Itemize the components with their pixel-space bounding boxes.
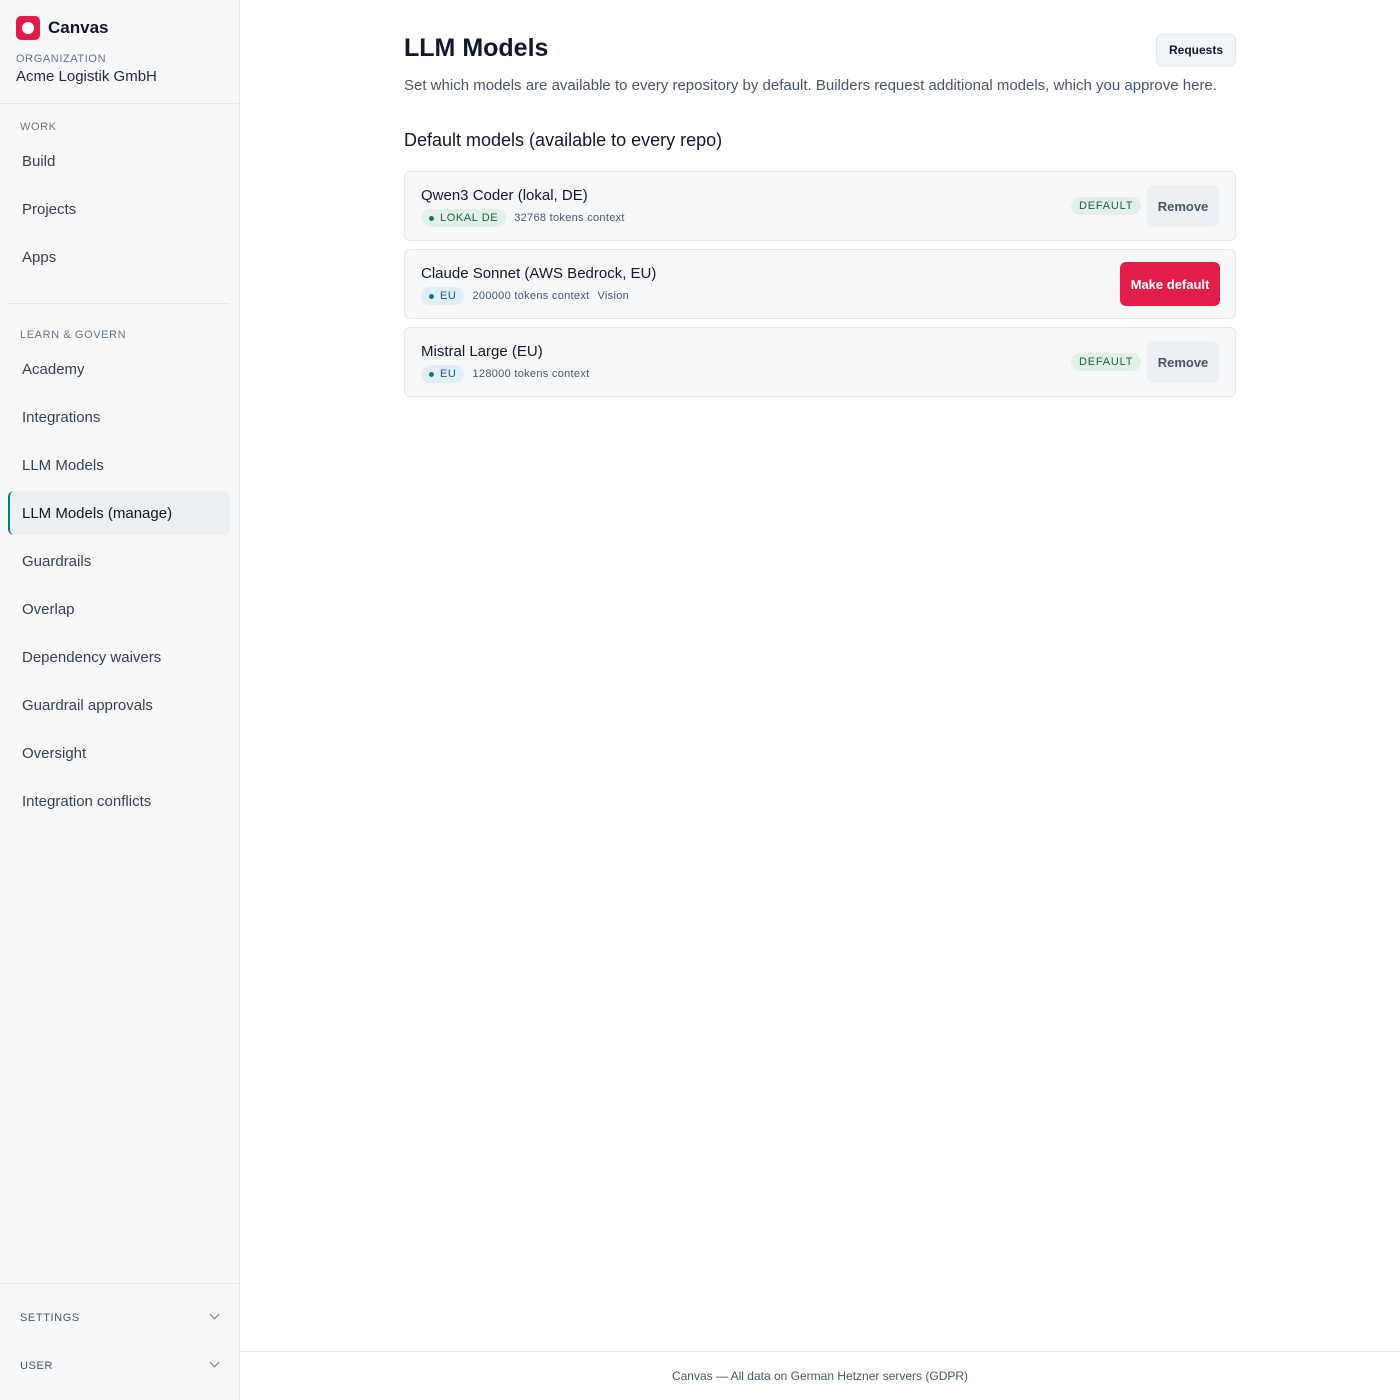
model-card: Qwen3 Coder (lokal, DE) LOKAL DE 32768 t… bbox=[404, 171, 1236, 241]
sidebar-item-llm-models[interactable]: LLM Models bbox=[8, 443, 230, 487]
sidebar-divider bbox=[0, 1283, 239, 1284]
region-badge: EU bbox=[421, 365, 465, 383]
remove-button[interactable]: Remove bbox=[1147, 341, 1219, 383]
sidebar-item-academy[interactable]: Academy bbox=[8, 347, 230, 391]
organization-name[interactable]: Acme Logistik GmbH bbox=[16, 68, 157, 85]
sidebar-divider bbox=[0, 103, 239, 104]
model-name: Claude Sonnet (AWS Bedrock, EU) bbox=[421, 265, 657, 282]
chevron-down-icon bbox=[210, 1361, 220, 1371]
default-badge: DEFAULT bbox=[1071, 197, 1142, 215]
user-toggle[interactable]: USER bbox=[20, 1360, 220, 1372]
region-label: EU bbox=[440, 290, 457, 302]
sidebar-item-guardrails[interactable]: Guardrails bbox=[8, 539, 230, 583]
brand[interactable]: Canvas bbox=[16, 16, 108, 40]
page-title: LLM Models bbox=[404, 34, 549, 62]
region-label: EU bbox=[440, 368, 457, 380]
section-label-learn-govern: LEARN & GOVERN bbox=[20, 329, 127, 341]
settings-label: SETTINGS bbox=[20, 1312, 80, 1324]
footer-text: Canvas — All data on German Hetzner serv… bbox=[671, 1369, 969, 1383]
model-meta: EU 128000 tokens context bbox=[421, 365, 589, 383]
sidebar-item-apps[interactable]: Apps bbox=[8, 235, 230, 279]
model-name: Qwen3 Coder (lokal, DE) bbox=[421, 187, 588, 204]
sidebar-item-integrations[interactable]: Integrations bbox=[8, 395, 230, 439]
section-label-work: WORK bbox=[20, 121, 57, 133]
model-card: Claude Sonnet (AWS Bedrock, EU) EU 20000… bbox=[404, 249, 1236, 319]
context-size: 32768 tokens context bbox=[514, 212, 625, 224]
status-dot-icon bbox=[429, 371, 434, 377]
status-dot-icon bbox=[429, 293, 434, 299]
requests-button[interactable]: Requests bbox=[1156, 34, 1236, 66]
sidebar-item-overlap[interactable]: Overlap bbox=[8, 587, 230, 631]
record-icon bbox=[16, 16, 40, 40]
sidebar-item-projects[interactable]: Projects bbox=[8, 187, 230, 231]
region-badge: EU bbox=[421, 287, 465, 305]
sidebar-item-guardrail-approvals[interactable]: Guardrail approvals bbox=[8, 683, 230, 727]
capability-label: Vision bbox=[597, 290, 630, 302]
page-description: Set which models are available to every … bbox=[404, 77, 1217, 94]
organization-label: ORGANIZATION bbox=[16, 53, 107, 65]
model-meta: EU 200000 tokens context Vision bbox=[421, 287, 629, 305]
sidebar-item-llm-models-manage[interactable]: LLM Models (manage) bbox=[8, 491, 230, 535]
model-card: Mistral Large (EU) EU 128000 tokens cont… bbox=[404, 327, 1236, 397]
model-name: Mistral Large (EU) bbox=[421, 343, 543, 360]
sidebar-divider bbox=[8, 303, 230, 304]
sidebar-item-integration-conflicts[interactable]: Integration conflicts bbox=[8, 779, 230, 823]
sidebar-item-dependency-waivers[interactable]: Dependency waivers bbox=[8, 635, 230, 679]
sidebar: Canvas ORGANIZATION Acme Logistik GmbH W… bbox=[0, 0, 240, 1400]
chevron-down-icon bbox=[210, 1313, 220, 1323]
brand-name: Canvas bbox=[48, 18, 109, 37]
remove-button[interactable]: Remove bbox=[1147, 185, 1219, 227]
region-badge: LOKAL DE bbox=[421, 209, 507, 227]
footer: Canvas — All data on German Hetzner serv… bbox=[240, 1351, 1400, 1400]
default-badge: DEFAULT bbox=[1071, 353, 1142, 371]
main-content: LLM Models Requests Set which models are… bbox=[240, 0, 1400, 1400]
model-meta: LOKAL DE 32768 tokens context bbox=[421, 209, 625, 227]
sidebar-item-oversight[interactable]: Oversight bbox=[8, 731, 230, 775]
context-size: 200000 tokens context bbox=[472, 290, 590, 302]
make-default-button[interactable]: Make default bbox=[1120, 262, 1220, 306]
region-label: LOKAL DE bbox=[440, 212, 499, 224]
settings-toggle[interactable]: SETTINGS bbox=[20, 1312, 220, 1324]
sidebar-item-build[interactable]: Build bbox=[8, 139, 230, 183]
status-dot-icon bbox=[429, 215, 434, 221]
context-size: 128000 tokens context bbox=[472, 368, 590, 380]
user-label: USER bbox=[20, 1360, 53, 1372]
section-title: Default models (available to every repo) bbox=[404, 130, 723, 150]
